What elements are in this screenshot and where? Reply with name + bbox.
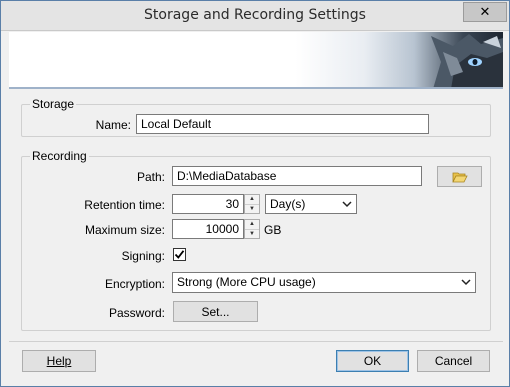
title-bar[interactable]: Storage and Recording Settings ✕ xyxy=(1,1,509,31)
retention-time-label: Retention time: xyxy=(84,198,165,212)
spin-up-icon[interactable]: ▲ xyxy=(245,220,259,229)
password-label: Password: xyxy=(108,306,165,320)
browse-path-button[interactable] xyxy=(437,166,482,187)
help-button-label: Help xyxy=(46,354,72,368)
footer-separator xyxy=(9,341,503,342)
help-button[interactable]: Help xyxy=(22,350,96,372)
cancel-button[interactable]: Cancel xyxy=(417,350,490,372)
close-button[interactable]: ✕ xyxy=(463,2,507,22)
window-title: Storage and Recording Settings xyxy=(144,7,366,23)
name-label: Name: xyxy=(95,118,131,132)
spin-down-icon[interactable]: ▼ xyxy=(245,228,259,239)
encryption-select[interactable]: Strong (More CPU usage) xyxy=(172,272,476,293)
header-banner xyxy=(9,32,503,89)
path-label: Path: xyxy=(136,170,165,184)
checkmark-icon xyxy=(174,250,185,259)
storage-group-title: Storage xyxy=(30,97,77,111)
chevron-down-icon xyxy=(461,279,471,286)
maximum-size-label: Maximum size: xyxy=(84,223,165,237)
retention-time-spinner[interactable]: ▲ ▼ xyxy=(244,194,260,214)
set-password-button[interactable]: Set... xyxy=(173,301,258,322)
path-field[interactable]: D:\MediaDatabase xyxy=(172,166,422,186)
signing-label: Signing: xyxy=(121,249,165,263)
chevron-down-icon xyxy=(342,201,352,208)
ok-button[interactable]: OK xyxy=(336,350,409,372)
spin-up-icon[interactable]: ▲ xyxy=(245,195,259,204)
recording-group-title: Recording xyxy=(30,149,89,163)
banner-wolf-image xyxy=(431,34,503,87)
encryption-value: Strong (More CPU usage) xyxy=(177,275,316,289)
signing-checkbox[interactable] xyxy=(173,248,186,261)
maximum-size-unit: GB xyxy=(264,223,282,237)
storage-recording-settings-dialog: Storage and Recording Settings ✕ Storage… xyxy=(0,0,510,387)
folder-open-icon xyxy=(451,172,468,182)
encryption-label: Encryption: xyxy=(104,277,165,291)
close-icon: ✕ xyxy=(479,4,491,20)
maximum-size-spinner[interactable]: ▲ ▼ xyxy=(244,219,260,239)
name-field[interactable]: Local Default xyxy=(136,114,429,134)
maximum-size-field[interactable]: 10000 xyxy=(172,219,244,239)
retention-time-field[interactable]: 30 xyxy=(172,194,244,214)
retention-unit-value: Day(s) xyxy=(270,197,306,211)
retention-unit-select[interactable]: Day(s) xyxy=(265,194,357,214)
spin-down-icon[interactable]: ▼ xyxy=(245,203,259,214)
